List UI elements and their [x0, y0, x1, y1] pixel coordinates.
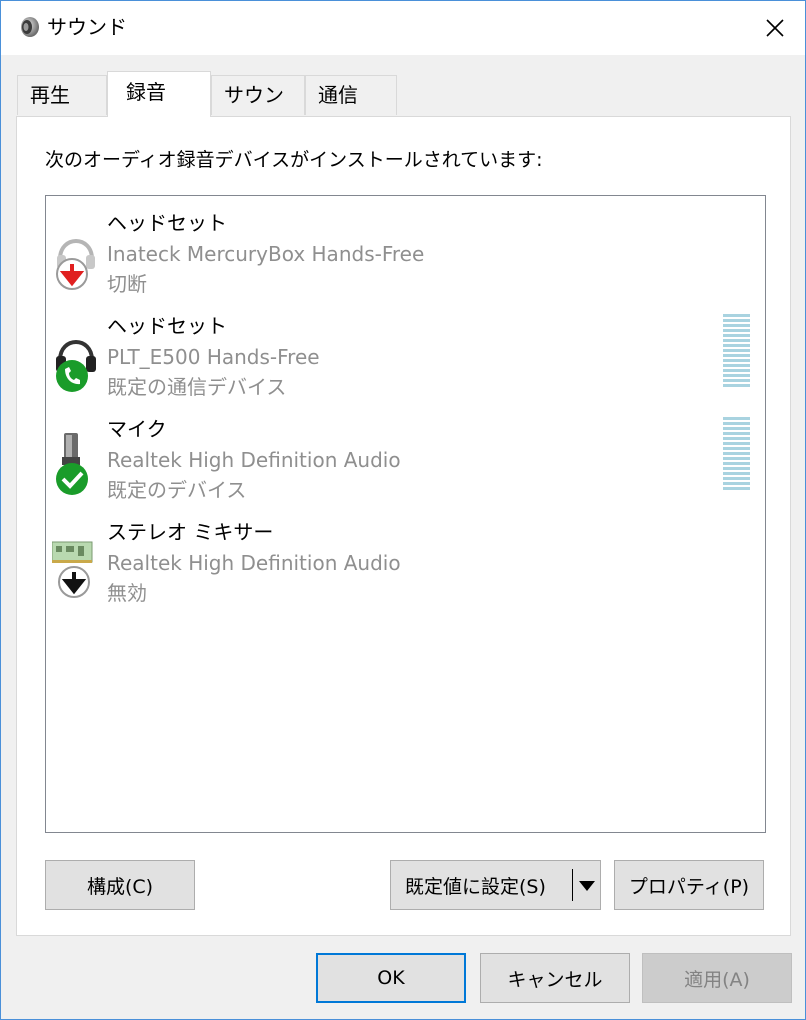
red-down-arrow-icon: [56, 258, 88, 290]
microphone-icon: [56, 433, 88, 495]
ok-button[interactable]: OK: [316, 953, 466, 1003]
device-status: 切断: [107, 272, 147, 296]
device-description: PLT_E500 Hands-Free: [107, 345, 320, 369]
list-item[interactable]: ヘッドセット PLT_E500 Hands-Free 既定の通信デバイス: [46, 304, 765, 407]
green-check-icon: [56, 463, 88, 495]
list-item[interactable]: ステレオ ミキサー Realtek High Definition Audio …: [46, 510, 765, 613]
close-button[interactable]: [745, 1, 805, 55]
set-default-button[interactable]: 既定値に設定(S): [390, 860, 601, 910]
cancel-button[interactable]: キャンセル: [480, 953, 630, 1003]
tab-sounds[interactable]: サウンド: [211, 75, 305, 145]
headset-icon: [56, 340, 96, 392]
apply-button[interactable]: 適用(A): [642, 953, 792, 1003]
device-name: マイク: [107, 417, 167, 441]
device-name: ステレオ ミキサー: [107, 520, 274, 544]
recording-panel: 次のオーディオ録音デバイスがインストールされています: ヘッドセット Inate…: [16, 116, 791, 936]
green-phone-icon: [56, 360, 88, 392]
sound-card-icon: [52, 541, 93, 598]
device-status: 既定の通信デバイス: [107, 375, 287, 399]
tab-communications[interactable]: 通信: [305, 75, 397, 115]
speaker-icon: [21, 17, 39, 37]
set-default-label: 既定値に設定(S): [405, 875, 546, 898]
configure-button[interactable]: 構成(C): [45, 860, 195, 910]
list-item[interactable]: マイク Realtek High Definition Audio 既定のデバイ…: [46, 407, 765, 510]
device-description: Realtek High Definition Audio: [107, 448, 401, 472]
device-list[interactable]: ヘッドセット Inateck MercuryBox Hands-Free 切断 …: [45, 195, 766, 833]
tab-playback[interactable]: 再生: [17, 75, 107, 115]
device-name: ヘッドセット: [107, 211, 227, 235]
tab-strip: 再生 録音 サウンド 通信: [17, 71, 806, 145]
level-meter: [723, 417, 750, 490]
window-title: サウンド: [47, 15, 127, 39]
headset-icon: [56, 239, 95, 290]
dropdown-arrow-icon[interactable]: [579, 881, 595, 891]
list-item[interactable]: ヘッドセット Inateck MercuryBox Hands-Free 切断: [46, 201, 765, 304]
device-status: 既定のデバイス: [107, 478, 247, 502]
split-divider: [572, 869, 573, 901]
close-icon: [766, 19, 784, 37]
sound-dialog: サウンド 再生 録音 サウンド 通信 次のオーディオ録音デバイスがインストールさ…: [0, 0, 806, 1020]
device-status: 無効: [107, 581, 147, 605]
tab-recording[interactable]: 録音: [107, 71, 211, 117]
device-description: Realtek High Definition Audio: [107, 551, 401, 575]
properties-button[interactable]: プロパティ(P): [614, 860, 764, 910]
level-meter: [723, 314, 750, 387]
device-description: Inateck MercuryBox Hands-Free: [107, 242, 425, 266]
panel-description: 次のオーディオ録音デバイスがインストールされています:: [45, 149, 543, 171]
black-down-arrow-icon: [58, 566, 90, 598]
device-name: ヘッドセット: [107, 314, 227, 338]
title-bar[interactable]: サウンド: [1, 1, 805, 55]
